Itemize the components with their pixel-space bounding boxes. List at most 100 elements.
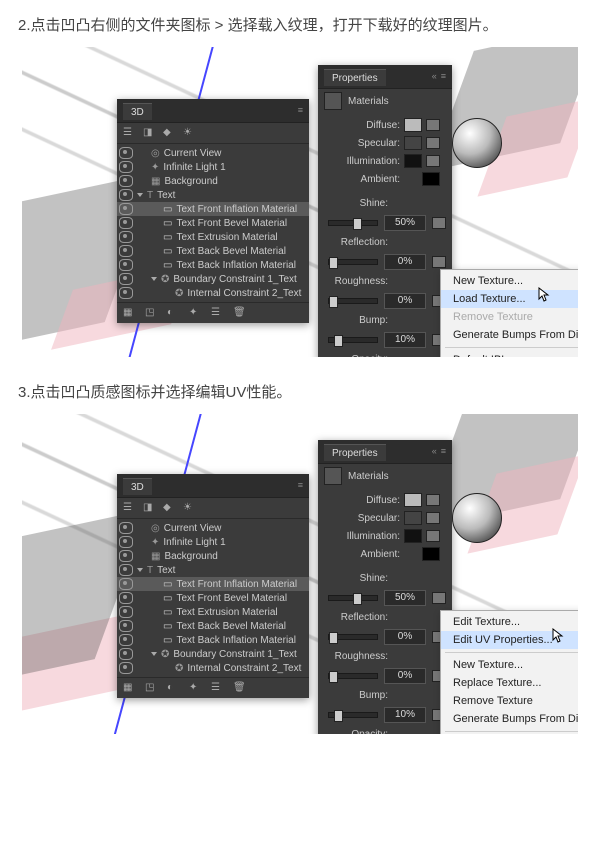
panel-3d-controls[interactable]: ≡	[294, 480, 303, 491]
value[interactable]: 0%	[384, 254, 426, 270]
list-item[interactable]: TText	[117, 563, 309, 577]
slider-opacity[interactable]: Opacity:	[318, 352, 452, 357]
list-item[interactable]: ▭Text Back Bevel Material	[117, 619, 309, 633]
eye-icon[interactable]	[119, 522, 133, 534]
folder-icon[interactable]	[426, 137, 440, 149]
list-item[interactable]: ◎Current View	[117, 146, 309, 160]
eye-icon[interactable]	[119, 550, 133, 562]
list-item[interactable]: ▭Text Back Inflation Material	[117, 258, 309, 272]
mesh-icon[interactable]: ◆	[163, 502, 175, 514]
eye-icon[interactable]	[119, 578, 133, 590]
folder-icon[interactable]	[426, 530, 440, 542]
panel-props-controls[interactable]: «≡	[428, 71, 446, 82]
eye-icon[interactable]	[119, 147, 133, 159]
camera-icon[interactable]: ◨	[143, 127, 155, 139]
eye-icon[interactable]	[119, 203, 133, 215]
value[interactable]: 10%	[384, 707, 426, 723]
slider-track[interactable]	[328, 712, 378, 718]
list-item[interactable]: ▦Background	[117, 174, 309, 188]
menu-new-texture[interactable]: New Texture...	[441, 656, 578, 674]
value[interactable]: 10%	[384, 332, 426, 348]
panel-props-tab[interactable]: Properties	[324, 444, 386, 461]
list-item[interactable]: ▭Text Back Inflation Material	[117, 633, 309, 647]
light-icon[interactable]: ☀	[183, 502, 195, 514]
icon[interactable]: ▦	[123, 307, 135, 319]
slider-track[interactable]	[328, 337, 378, 343]
filter-icon[interactable]: ☰	[123, 127, 135, 139]
list-item[interactable]: TText	[117, 188, 309, 202]
swatch[interactable]	[404, 154, 422, 168]
list-item[interactable]: ✪Boundary Constraint 1_Text	[117, 647, 309, 661]
eye-icon[interactable]	[119, 175, 133, 187]
slider-track[interactable]	[328, 634, 378, 640]
icon[interactable]: ☰	[211, 307, 223, 319]
slider-thumb[interactable]	[353, 593, 362, 605]
menu-load-texture[interactable]: Load Texture...	[441, 290, 578, 308]
menu-default-ibl[interactable]: Default IBL	[441, 351, 578, 357]
eye-icon[interactable]	[119, 245, 133, 257]
panel-3d-controls[interactable]: ≡	[294, 105, 303, 116]
icon[interactable]: ✦	[189, 307, 201, 319]
list-item[interactable]: ✦Infinite Light 1	[117, 535, 309, 549]
camera-icon[interactable]: ◨	[143, 502, 155, 514]
eye-icon[interactable]	[119, 536, 133, 548]
icon[interactable]: ▦	[123, 682, 135, 694]
list-item[interactable]: ▭Text Front Inflation Material	[117, 577, 309, 591]
panel-props-tab[interactable]: Properties	[324, 69, 386, 86]
eye-icon[interactable]	[119, 606, 133, 618]
slider-shine[interactable]: Shine:	[318, 196, 452, 213]
slider-track[interactable]	[328, 259, 378, 265]
panel-3d-tab[interactable]: 3D	[123, 103, 152, 120]
slider-track[interactable]	[328, 595, 378, 601]
value[interactable]: 0%	[384, 668, 426, 684]
list-item[interactable]: ▭Text Back Bevel Material	[117, 244, 309, 258]
icon[interactable]: ◳	[145, 307, 157, 319]
eye-icon[interactable]	[119, 259, 133, 271]
eye-icon[interactable]	[119, 217, 133, 229]
list-item[interactable]: ✪Boundary Constraint 1_Text	[117, 272, 309, 286]
swatch[interactable]	[404, 136, 422, 150]
swatch[interactable]	[404, 493, 422, 507]
icon[interactable]: ◐	[167, 682, 179, 694]
folder-icon[interactable]	[432, 256, 446, 268]
icon[interactable]: ◳	[145, 682, 157, 694]
folder-icon[interactable]	[426, 512, 440, 524]
folder-icon[interactable]	[426, 119, 440, 131]
slider-thumb[interactable]	[353, 218, 362, 230]
slider-thumb[interactable]	[329, 632, 338, 644]
mesh-icon[interactable]: ◆	[163, 127, 175, 139]
icon[interactable]: ✦	[189, 682, 201, 694]
eye-icon[interactable]	[119, 231, 133, 243]
slider-thumb[interactable]	[334, 710, 343, 722]
slider-track[interactable]	[328, 220, 378, 226]
panel-props-controls[interactable]: «≡	[428, 446, 446, 457]
value[interactable]: 50%	[384, 590, 426, 606]
folder-icon[interactable]	[426, 155, 440, 167]
slider-thumb[interactable]	[329, 671, 338, 683]
light-icon[interactable]: ☀	[183, 127, 195, 139]
value[interactable]: 0%	[384, 629, 426, 645]
folder-icon[interactable]	[432, 217, 446, 229]
list-item[interactable]: ✪Internal Constraint 2_Text	[117, 286, 309, 300]
icon[interactable]: ◐	[167, 307, 179, 319]
slider-roughness[interactable]: Roughness:	[318, 274, 452, 291]
panel-3d-tab[interactable]: 3D	[123, 478, 152, 495]
slider-thumb[interactable]	[329, 296, 338, 308]
list-item[interactable]: ▭Text Front Bevel Material	[117, 216, 309, 230]
eye-icon[interactable]	[119, 634, 133, 646]
slider-thumb[interactable]	[334, 335, 343, 347]
menu-replace-texture[interactable]: Replace Texture...	[441, 674, 578, 692]
folder-icon[interactable]	[426, 494, 440, 506]
trash-icon[interactable]: 🗑	[233, 682, 245, 694]
slider-bump[interactable]: Bump:	[318, 313, 452, 330]
swatch[interactable]	[404, 529, 422, 543]
filter-icon[interactable]: ☰	[123, 502, 135, 514]
menu-generate-bumps[interactable]: Generate Bumps From Diffuse...	[441, 326, 578, 344]
swatch[interactable]	[404, 118, 422, 132]
eye-icon[interactable]	[119, 161, 133, 173]
eye-icon[interactable]	[119, 287, 133, 299]
folder-icon[interactable]	[432, 592, 446, 604]
swatch[interactable]	[422, 547, 440, 561]
material-preview[interactable]	[452, 118, 502, 168]
list-item[interactable]: ▦Background	[117, 549, 309, 563]
